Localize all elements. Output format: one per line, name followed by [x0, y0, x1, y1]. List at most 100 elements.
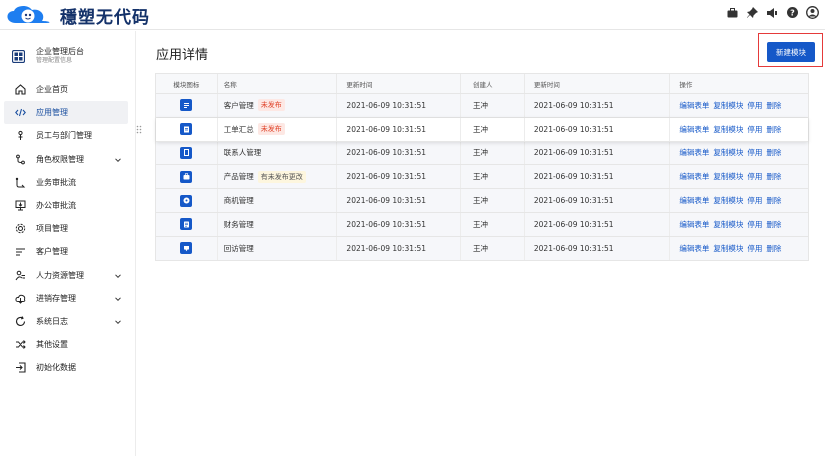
- table-body: 客户管理 未发布 2021-06-09 10:31:51 王冲 2021-06-09 1…: [136, 94, 808, 261]
- cloud-icon: [15, 293, 26, 304]
- updated-time: 2021-06-09 10:31:51: [337, 165, 462, 189]
- sidebar-item-5[interactable]: 办公审批流: [4, 194, 128, 217]
- table-row[interactable]: 回访管理 2021-06-09 10:31:51 王冲 2021-06-09 10:3…: [156, 236, 808, 261]
- module-icon-cell: [156, 165, 218, 189]
- sidebar-item-label: 进销存管理: [36, 293, 76, 303]
- sidebar-item-label: 项目管理: [36, 224, 68, 234]
- help-icon[interactable]: ?: [786, 6, 799, 19]
- chevron-down-icon[interactable]: [114, 295, 122, 303]
- sidebar-item-12[interactable]: 初始化数据: [4, 356, 128, 379]
- sidebar-item-0[interactable]: 企业首页: [4, 78, 128, 101]
- sidebar-item-11[interactable]: 其他设置: [4, 333, 128, 356]
- sidebar-item-label: 业务审批流: [36, 177, 76, 187]
- user-icon[interactable]: [806, 6, 819, 19]
- org-header[interactable]: 企业管理后台 管理配置信息: [11, 47, 84, 65]
- module-name-cell: 工单汇总 未发布: [218, 117, 338, 141]
- edit-form-link[interactable]: 编辑表单: [679, 124, 709, 135]
- table-row[interactable]: 联系人管理 2021-06-09 10:31:51 王冲 2021-06-09 10:…: [156, 141, 808, 166]
- edit-form-link[interactable]: 编辑表单: [679, 243, 709, 254]
- disable-link[interactable]: 停用: [747, 171, 762, 182]
- edit-form-link[interactable]: 编辑表单: [679, 219, 709, 230]
- module-name: 商机管理: [223, 196, 254, 206]
- sidebar-item-6[interactable]: 项目管理: [4, 217, 128, 240]
- login-icon: [15, 362, 26, 373]
- updated-time-2: 2021-06-09 10:31:51: [525, 212, 671, 236]
- flow-icon: [15, 177, 26, 188]
- updated-time: 2021-06-09 10:31:51: [337, 189, 462, 212]
- briefcase-icon[interactable]: [726, 6, 739, 19]
- delete-link[interactable]: 删除: [766, 124, 781, 135]
- disable-link[interactable]: 停用: [747, 243, 762, 254]
- sidebar-item-label: 客户管理: [36, 247, 68, 257]
- delete-link[interactable]: 删除: [766, 100, 781, 111]
- status-badge: 有未发布更改: [257, 170, 306, 183]
- sidebar-item-7[interactable]: 客户管理: [4, 240, 128, 263]
- edit-form-link[interactable]: 编辑表单: [679, 195, 709, 206]
- delete-link[interactable]: 删除: [766, 171, 781, 182]
- actions-cell: 编辑表单 复制模块 停用 删除: [670, 142, 808, 165]
- sidebar-item-1[interactable]: 应用管理: [4, 101, 128, 125]
- delete-link[interactable]: 删除: [766, 243, 781, 254]
- refresh-icon: [15, 316, 26, 327]
- actions-cell: 编辑表单 复制模块 停用 删除: [670, 165, 808, 188]
- delete-link[interactable]: 删除: [766, 195, 781, 206]
- copy-module-link[interactable]: 复制模块: [713, 219, 743, 230]
- speaker-icon[interactable]: [766, 6, 779, 19]
- code-icon: [15, 107, 26, 118]
- delete-link[interactable]: 删除: [766, 147, 781, 158]
- table-row[interactable]: 客户管理 未发布 2021-06-09 10:31:51 王冲 2021-06-09 1…: [156, 94, 808, 118]
- drag-handle-icon[interactable]: [136, 125, 142, 134]
- delete-link[interactable]: 删除: [766, 219, 781, 230]
- copy-module-link[interactable]: 复制模块: [713, 243, 743, 254]
- chevron-down-icon[interactable]: [114, 318, 122, 326]
- table-row[interactable]: 工单汇总 未发布 2021-06-09 10:31:51 王冲 2021-06-09 1…: [136, 117, 808, 142]
- module-name: 回访管理: [223, 243, 254, 253]
- table-row[interactable]: 财务管理 2021-06-09 10:31:51 王冲 2021-06-09 10:3…: [156, 212, 808, 237]
- chevron-down-icon[interactable]: [114, 272, 122, 280]
- shuffle-icon: [15, 339, 26, 350]
- disable-link[interactable]: 停用: [747, 100, 762, 111]
- disable-link[interactable]: 停用: [747, 195, 762, 206]
- disable-link[interactable]: 停用: [747, 219, 762, 230]
- new-module-button[interactable]: 新建模块: [767, 42, 815, 62]
- creator: 王冲: [461, 165, 525, 189]
- module-icon: [180, 242, 193, 255]
- sidebar-item-label: 应用管理: [36, 108, 68, 118]
- edit-form-link[interactable]: 编辑表单: [679, 100, 709, 111]
- org-subtitle: 管理配置信息: [36, 57, 73, 64]
- home-icon: [15, 84, 26, 95]
- copy-module-link[interactable]: 复制模块: [713, 147, 743, 158]
- actions-cell: 编辑表单 复制模块 停用 删除: [670, 189, 808, 212]
- cloud-logo-icon: [2, 3, 58, 27]
- module-icon: [180, 170, 193, 183]
- actions-cell: 编辑表单 复制模块 停用 删除: [670, 118, 808, 141]
- gear-icon: [15, 223, 26, 234]
- header-name: 名称: [218, 74, 338, 93]
- edit-form-link[interactable]: 编辑表单: [679, 147, 709, 158]
- logo[interactable]: 穩塑无代码: [2, 3, 150, 28]
- sidebar-item-2[interactable]: 员工与部门管理: [4, 124, 128, 147]
- copy-module-link[interactable]: 复制模块: [713, 100, 743, 111]
- module-name: 客户管理: [223, 100, 254, 110]
- copy-module-link[interactable]: 复制模块: [713, 171, 743, 182]
- sidebar-item-9[interactable]: 进销存管理: [4, 287, 128, 310]
- chevron-down-icon[interactable]: [114, 156, 122, 164]
- sidebar-item-8[interactable]: 人力资源管理: [4, 264, 128, 287]
- creator: 王冲: [461, 117, 525, 141]
- table-row[interactable]: 商机管理 2021-06-09 10:31:51 王冲 2021-06-09 10:3…: [156, 189, 808, 213]
- sidebar-item-4[interactable]: 业务审批流: [4, 171, 128, 194]
- copy-module-link[interactable]: 复制模块: [713, 195, 743, 206]
- disable-link[interactable]: 停用: [747, 124, 762, 135]
- disable-link[interactable]: 停用: [747, 147, 762, 158]
- edit-form-link[interactable]: 编辑表单: [679, 171, 709, 182]
- sidebar-item-label: 办公审批流: [36, 201, 76, 211]
- copy-module-link[interactable]: 复制模块: [713, 124, 743, 135]
- pin-icon[interactable]: [746, 6, 759, 19]
- sidebar-item-label: 员工与部门管理: [36, 131, 92, 141]
- updated-time: 2021-06-09 10:31:51: [337, 141, 462, 165]
- sidebar-item-3[interactable]: 角色权限管理: [4, 148, 128, 171]
- sidebar-item-label: 企业首页: [36, 85, 68, 95]
- module-icon: [180, 99, 193, 112]
- table-row[interactable]: 产品管理 有未发布更改 2021-06-09 10:31:51 王冲 2021-06-0…: [156, 165, 808, 190]
- sidebar-item-10[interactable]: 系统日志: [4, 310, 128, 333]
